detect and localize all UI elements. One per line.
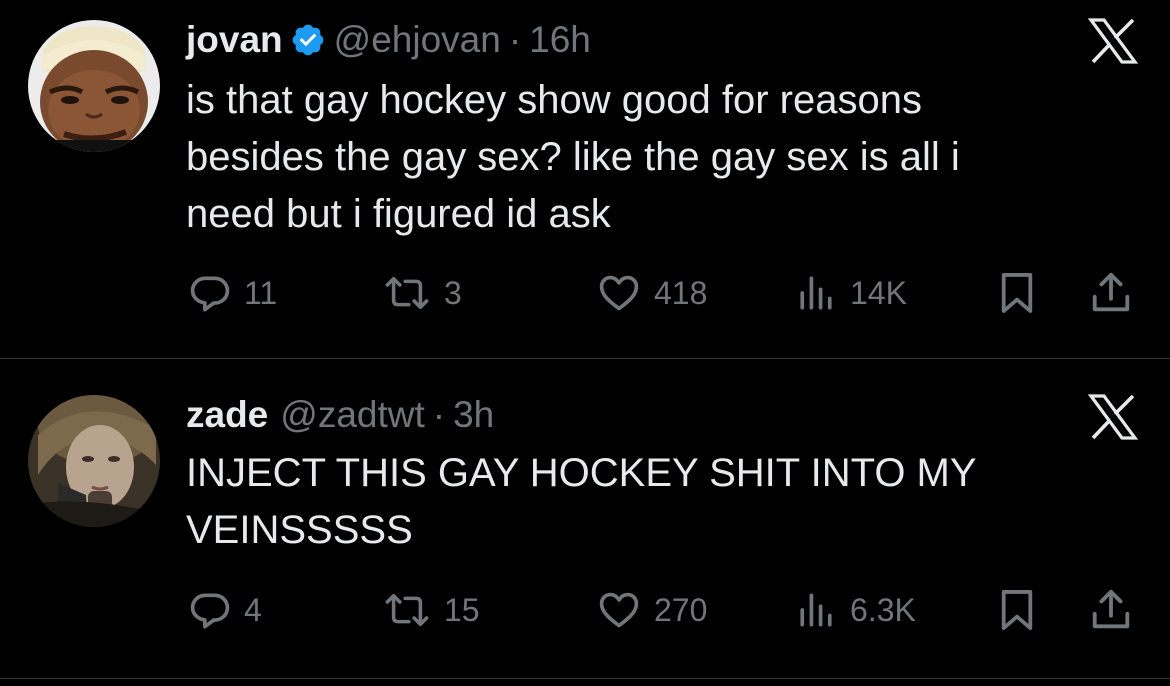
views-button[interactable]: 6.3K <box>794 585 916 635</box>
like-count: 270 <box>654 591 708 628</box>
tweet-text-line: INJECT THIS GAY HOCKEY SHIT INTO MY <box>186 451 977 495</box>
tweet[interactable]: jovan @ehjovan · 16h is that gay hockey … <box>0 0 1170 358</box>
tweet-text-line: is that gay hockey show good for reasons <box>186 78 922 122</box>
repost-count: 15 <box>444 591 480 628</box>
views-button[interactable]: 14K <box>794 268 907 318</box>
heart-icon <box>596 588 642 632</box>
reply-button[interactable]: 11 <box>188 268 277 318</box>
avatar[interactable] <box>28 20 160 152</box>
display-name[interactable]: jovan <box>186 17 283 63</box>
tweet-actions: 4 15 270 6.3K <box>0 585 1170 635</box>
repost-button[interactable]: 15 <box>382 585 480 635</box>
handle[interactable]: @ehjovan <box>334 17 501 63</box>
repost-icon <box>382 271 432 315</box>
like-count: 418 <box>654 274 708 311</box>
handle[interactable]: @zadtwt <box>280 392 425 438</box>
timestamp[interactable]: 16h <box>529 17 591 63</box>
share-button[interactable] <box>1087 585 1135 635</box>
reply-icon <box>188 271 232 315</box>
bookmark-icon <box>998 270 1036 316</box>
share-icon <box>1087 270 1135 316</box>
tweet-text: INJECT THIS GAY HOCKEY SHIT INTO MY VEIN… <box>186 445 1086 559</box>
verified-badge-icon <box>290 22 326 58</box>
views-chart-icon <box>794 588 838 632</box>
x-logo-icon <box>1087 18 1139 64</box>
reply-icon <box>188 588 232 632</box>
like-button[interactable]: 418 <box>596 268 707 318</box>
display-name[interactable]: zade <box>186 392 268 438</box>
reply-count: 11 <box>244 274 278 311</box>
reply-count: 4 <box>244 591 262 628</box>
views-chart-icon <box>794 271 838 315</box>
view-count: 6.3K <box>850 591 916 628</box>
tweet-text-line: VEINSSSSS <box>186 508 413 552</box>
tweet-actions: 11 3 418 14K <box>0 268 1170 318</box>
view-count: 14K <box>850 274 907 311</box>
separator-dot: · <box>508 19 522 60</box>
tweet-text: is that gay hockey show good for reasons… <box>186 72 1086 243</box>
share-button[interactable] <box>1087 268 1135 318</box>
tweet[interactable]: zade @zadtwt · 3h INJECT THIS GAY HOCKEY… <box>0 359 1170 686</box>
repost-count: 3 <box>444 274 462 311</box>
separator-dot: · <box>432 394 446 435</box>
tweet-text-line: besides the gay sex? like the gay sex is… <box>186 135 960 179</box>
x-logo-icon <box>1087 394 1139 440</box>
divider <box>0 678 1170 679</box>
bookmark-icon <box>998 587 1036 633</box>
tweet-header: jovan @ehjovan · 16h <box>186 17 591 63</box>
share-icon <box>1087 587 1135 633</box>
bookmark-button[interactable] <box>998 585 1036 635</box>
heart-icon <box>596 271 642 315</box>
tweet-text-line: need but i figured id ask <box>186 192 611 236</box>
avatar[interactable] <box>28 395 160 527</box>
bookmark-button[interactable] <box>998 268 1036 318</box>
repost-icon <box>382 588 432 632</box>
timestamp[interactable]: 3h <box>453 392 494 438</box>
like-button[interactable]: 270 <box>596 585 707 635</box>
tweet-header: zade @zadtwt · 3h <box>186 392 494 438</box>
reply-button[interactable]: 4 <box>188 585 262 635</box>
repost-button[interactable]: 3 <box>382 268 462 318</box>
